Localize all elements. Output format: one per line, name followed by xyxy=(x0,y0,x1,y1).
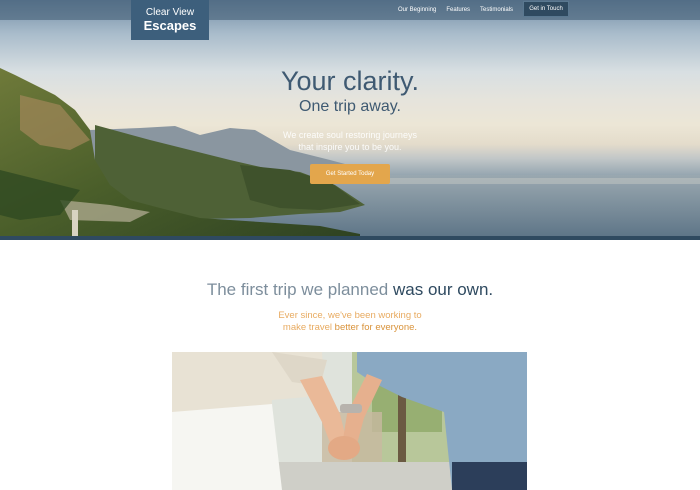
story-copy-strong: better for everyone. xyxy=(334,322,418,333)
hero-title: Your clarity. xyxy=(280,66,420,96)
get-in-touch-button[interactable]: Get in Touch xyxy=(523,1,569,17)
hero-description-line: that inspire you to be you. xyxy=(298,142,402,152)
hero-description-line: We create soul restoring journeys xyxy=(283,130,417,140)
logo-text-bottom: Escapes xyxy=(143,18,197,33)
logo-text-top: Clear View xyxy=(145,7,195,18)
story-heading-strong: was our own. xyxy=(392,280,494,299)
story-heading-light: The first trip we planned xyxy=(206,280,389,299)
story-copy-line: make travel better for everyone. xyxy=(250,322,450,334)
hero-subtitle: One trip away. xyxy=(299,98,401,115)
hero-description: We create soul restoring journeys that i… xyxy=(250,129,450,153)
hero-landscape-image xyxy=(0,68,700,236)
nav-links: Our Beginning Features Testimonials xyxy=(398,0,523,20)
couple-holding-hands-photo xyxy=(172,352,527,490)
nav-link-testimonials[interactable]: Testimonials xyxy=(480,7,513,13)
get-started-button[interactable]: Get Started Today xyxy=(310,164,390,184)
story-heading: The first trip we planned was our own. xyxy=(100,279,600,301)
hero-divider xyxy=(0,236,700,240)
top-nav-bar xyxy=(0,0,700,20)
nav-link-our-beginning[interactable]: Our Beginning xyxy=(398,7,436,13)
story-copy-line: Ever since, we've been working to xyxy=(278,310,422,321)
photo-illustration xyxy=(172,352,527,490)
nav-link-features[interactable]: Features xyxy=(446,7,470,13)
story-copy: Ever since, we've been working to make t… xyxy=(250,310,450,334)
hero-section xyxy=(0,0,700,240)
story-copy-text: make travel xyxy=(282,322,333,333)
brand-logo[interactable]: Clear View Escapes xyxy=(131,0,209,40)
